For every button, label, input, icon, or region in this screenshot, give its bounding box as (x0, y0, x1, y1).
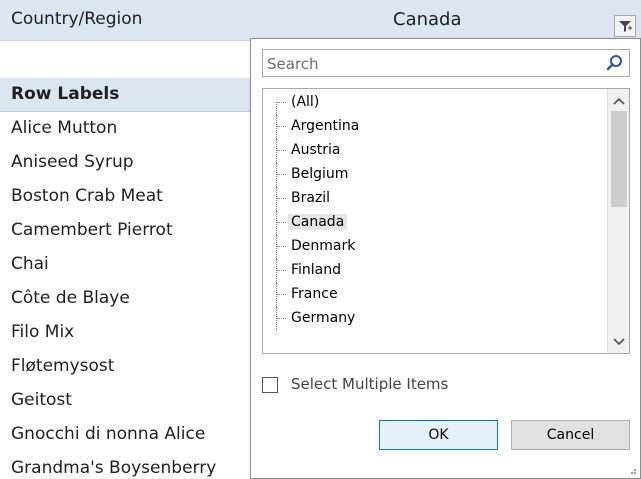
scrollbar-thumb[interactable] (611, 111, 627, 207)
list-item-label: Austria (291, 142, 341, 158)
list-item-label: Denmark (291, 238, 356, 254)
list-item-label: Germany (291, 310, 356, 326)
ok-button[interactable]: OK (379, 420, 498, 450)
chevron-up-icon[interactable] (613, 97, 625, 105)
search-icon[interactable] (606, 54, 624, 72)
filter-selected-value: Canada (393, 9, 462, 30)
select-multiple-label: Select Multiple Items (291, 375, 449, 393)
search-box[interactable] (262, 49, 630, 77)
pivot-row[interactable]: Geitost (11, 390, 72, 410)
pivot-row[interactable]: Côte de Blaye (11, 288, 130, 308)
list-item-label: Canada (288, 214, 348, 230)
select-multiple-checkbox[interactable] (262, 377, 278, 393)
cancel-button[interactable]: Cancel (511, 420, 630, 450)
filter-dropdown-button[interactable] (614, 15, 636, 37)
chevron-down-icon[interactable] (613, 338, 625, 346)
pivot-row[interactable]: Grandma's Boysenberry (11, 458, 216, 478)
item-list[interactable]: (All) Argentina Austria Belgium Brazil C… (262, 88, 630, 354)
filter-field-label: Country/Region (11, 9, 143, 29)
filter-funnel-icon (619, 21, 632, 32)
report-filter-row: Country/Region Canada (0, 0, 641, 41)
pivot-row[interactable]: Gnocchi di nonna Alice (11, 424, 205, 444)
resize-grip-icon[interactable] (627, 465, 637, 475)
filter-popup: (All) Argentina Austria Belgium Brazil C… (250, 38, 641, 479)
pivot-row[interactable]: Fløtemysost (11, 356, 114, 376)
pivot-row[interactable]: Alice Mutton (11, 118, 117, 138)
pivot-row[interactable]: Aniseed Syrup (11, 152, 134, 172)
list-item-label: Belgium (291, 166, 349, 182)
pivot-row[interactable]: Boston Crab Meat (11, 186, 163, 206)
list-item-label: Finland (291, 262, 342, 278)
list-scrollbar[interactable] (607, 89, 629, 353)
list-item-label: France (291, 286, 338, 302)
pivot-row[interactable]: Filo Mix (11, 322, 74, 342)
list-item-label: Argentina (291, 118, 360, 134)
list-item-label: Brazil (291, 190, 331, 206)
row-labels-title: Row Labels (11, 84, 120, 104)
pivot-row[interactable]: Chai (11, 254, 49, 274)
pivot-row[interactable]: Camembert Pierrot (11, 220, 173, 240)
search-input[interactable] (265, 52, 599, 76)
list-item-label: (All) (291, 94, 320, 110)
